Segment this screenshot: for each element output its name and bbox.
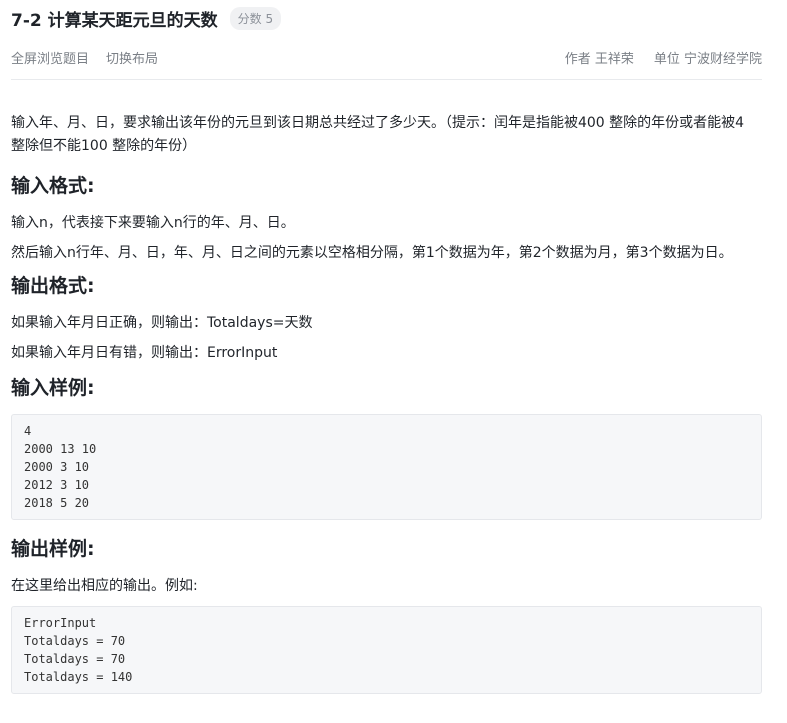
fullscreen-button[interactable]: 全屏浏览题目	[11, 48, 89, 67]
code-line: 2018 5 20	[24, 496, 90, 510]
header-divider	[11, 79, 762, 80]
code-line: 2000 3 10	[24, 460, 90, 474]
input-format-line: 然后输入n行年、月、日，年、月、日之间的元素以空格相分隔，第1个数据为年，第2个…	[11, 245, 733, 261]
switch-layout-button[interactable]: 切换布局	[106, 48, 158, 67]
output-sample-intro: 在这里给出相应的输出。例如:	[11, 578, 198, 594]
output-format-line: 如果输入年月日正确，则输出：Totaldays=天数	[11, 315, 313, 331]
input-format-line: 输入n，代表接下来要输入n行的年、月、日。	[11, 215, 295, 231]
unit-info: 单位 宁波财经学院	[653, 51, 762, 67]
output-sample-heading: 输出样例:	[11, 538, 95, 560]
author-info: 作者 王祥荣	[564, 51, 634, 67]
toolbar-actions: 全屏浏览题目 切换布局	[11, 48, 158, 67]
title-row: 7-2 计算某天距元旦的天数 分数 5	[11, 5, 282, 31]
code-line: Totaldays = 70	[24, 634, 126, 648]
score-badge: 分数 5	[229, 6, 282, 30]
code-line: 2000 13 10	[24, 442, 97, 456]
problem-toolbar: 全屏浏览题目 切换布局 作者 王祥荣 单位 宁波财经学院	[11, 47, 762, 67]
code-line: Totaldays = 140	[24, 670, 133, 684]
problem-meta: 作者 王祥荣 单位 宁波财经学院	[565, 48, 762, 67]
code-line: ErrorInput	[24, 616, 97, 630]
input-sample-heading: 输入样例:	[11, 377, 95, 399]
output-format-heading: 输出格式:	[11, 275, 95, 297]
code-line: 2012 3 10	[24, 478, 90, 492]
problem-description: 输入年、月、日，要求输出该年份的元旦到该日期总共经过了多少天。（提示：闰年是指能…	[11, 115, 745, 154]
output-format-line: 如果输入年月日有错，则输出：ErrorInput	[11, 345, 278, 361]
output-sample-code: ErrorInput Totaldays = 70 Totaldays = 70 To…	[11, 606, 762, 694]
problem-title: 7-2 计算某天距元旦的天数	[11, 10, 218, 31]
problem-content: 输入年、月、日，要求输出该年份的元旦到该日期总共经过了多少天。（提示：闰年是指能…	[11, 112, 762, 694]
code-line: Totaldays = 70	[24, 652, 126, 666]
code-line: 4	[24, 424, 32, 438]
problem-page: 7-2 计算某天距元旦的天数 分数 5 全屏浏览题目 切换布局 作者 王祥荣 单…	[0, 0, 787, 723]
input-sample-code: 4 2000 13 10 2000 3 10 2012 3 10 2018 5 20	[11, 414, 762, 520]
input-format-heading: 输入格式:	[11, 175, 95, 197]
